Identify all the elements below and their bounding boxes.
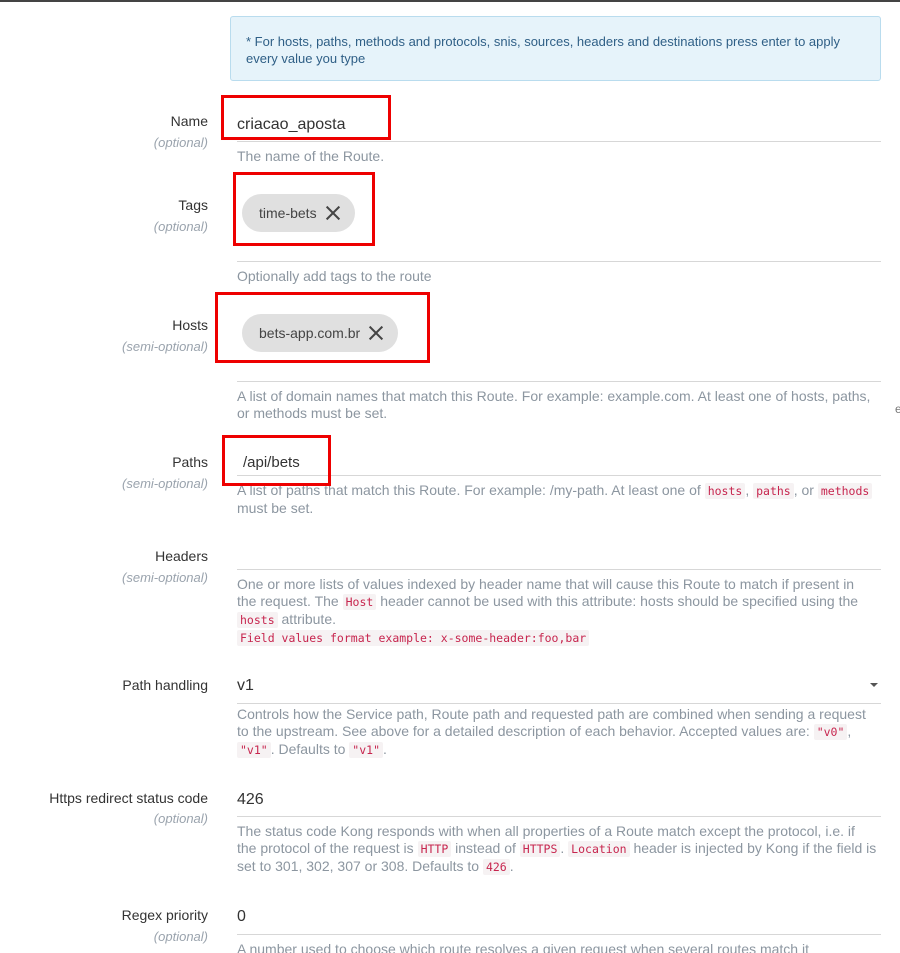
highlight-box-tags <box>233 172 375 246</box>
hosts-help: A list of domain names that match this R… <box>237 388 871 421</box>
code-paths: paths <box>753 483 794 499</box>
code-http: HTTP <box>417 841 452 857</box>
code-426: 426 <box>482 859 510 875</box>
https-redirect-underline <box>237 816 881 817</box>
paths-underline <box>237 475 881 476</box>
name-help: The name of the Route. <box>237 148 385 164</box>
headers-input[interactable] <box>237 545 881 567</box>
hosts-optional: (semi-optional) <box>122 339 208 354</box>
code-methods: methods <box>817 483 873 499</box>
headers-help-text: header cannot be used with this attribut… <box>380 593 859 609</box>
headers-optional: (semi-optional) <box>122 570 208 585</box>
code-v1: "v1" <box>237 742 271 758</box>
tags-underline <box>237 261 881 262</box>
highlight-box-name <box>221 95 391 140</box>
paths-label: Paths <box>172 454 208 470</box>
regex-priority-underline <box>237 934 881 935</box>
top-border <box>0 0 900 2</box>
regex-priority-input[interactable] <box>237 906 881 928</box>
https-redirect-optional: (optional) <box>153 811 208 826</box>
code-hosts: hosts <box>237 612 278 628</box>
https-redirect-input[interactable] <box>237 789 881 811</box>
paths-help-text: must be set. <box>237 500 314 516</box>
https-redirect-label: Https redirect status code <box>49 790 208 806</box>
tags-help: Optionally add tags to the route <box>237 268 432 284</box>
code-v1-default: "v1" <box>349 742 383 758</box>
headers-underline <box>237 569 881 570</box>
hosts-label: Hosts <box>172 317 208 333</box>
path-handling-help-text: Controls how the Service path, Route pat… <box>237 706 866 739</box>
headers-help-text: attribute. <box>281 611 336 627</box>
headers-format-example: Field values format example: x-some-head… <box>237 630 590 646</box>
https-redirect-help: The status code Kong responds with when … <box>237 823 877 876</box>
tags-label: Tags <box>178 197 208 213</box>
chevron-down-icon[interactable] <box>870 683 878 687</box>
code-hosts: hosts <box>704 483 746 499</box>
regex-priority-label: Regex priority <box>121 907 208 923</box>
highlight-box-paths <box>222 435 331 486</box>
path-handling-help-sep: , <box>847 723 852 739</box>
paths-help-sep: , <box>745 482 750 498</box>
code-https: HTTPS <box>519 841 561 857</box>
code-v0: "v0" <box>813 724 848 740</box>
name-optional: (optional) <box>153 135 208 150</box>
https-redirect-help-text: . <box>509 858 514 874</box>
paths-optional: (semi-optional) <box>122 476 208 491</box>
code-location: Location <box>568 841 630 857</box>
path-handling-help-text: . <box>383 741 387 757</box>
paths-help-sep: , or <box>793 482 814 498</box>
headers-help: One or more lists of values indexed by h… <box>237 576 877 647</box>
side-text-fragment: e <box>895 402 900 416</box>
name-underline <box>237 141 881 142</box>
tags-optional: (optional) <box>153 219 208 234</box>
paths-input[interactable] <box>243 451 881 473</box>
hosts-underline <box>237 381 881 382</box>
info-note: * For hosts, paths, methods and protocol… <box>230 16 881 81</box>
path-handling-help-text: . Defaults to <box>270 741 346 757</box>
paths-help: A list of paths that match this Route. F… <box>237 482 877 517</box>
path-handling-underline <box>237 703 881 704</box>
https-redirect-help-text: instead of <box>455 840 516 856</box>
regex-priority-optional: (optional) <box>153 929 208 944</box>
path-handling-help: Controls how the Service path, Route pat… <box>237 706 877 759</box>
headers-label: Headers <box>155 548 208 564</box>
highlight-box-hosts <box>215 292 430 363</box>
path-handling-label: Path handling <box>122 677 208 693</box>
path-handling-select[interactable]: v1 <box>237 677 254 695</box>
code-host: Host <box>342 594 377 610</box>
name-label: Name <box>170 113 208 129</box>
regex-priority-help: A number used to choose which route reso… <box>237 941 809 953</box>
https-redirect-help-sep: . <box>560 840 565 856</box>
